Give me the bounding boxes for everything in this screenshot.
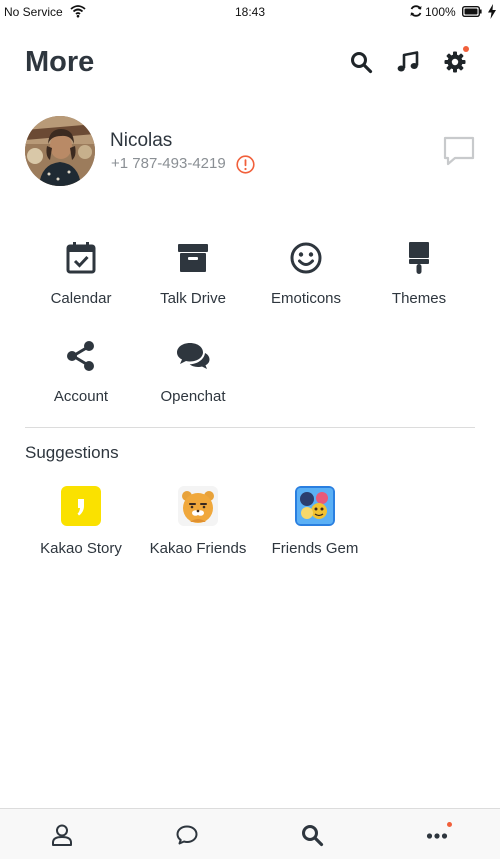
tab-friends[interactable]	[50, 823, 74, 847]
profile-phone: +1 787-493-4219	[111, 155, 226, 172]
status-bar: No Service 18:43 100%	[0, 0, 500, 24]
tab-chats[interactable]	[175, 823, 199, 847]
kakao-story-icon	[61, 486, 101, 526]
paintbrush-icon	[409, 242, 429, 274]
more-dots-icon	[426, 833, 448, 839]
menu-item-talk-drive[interactable]: Talk Drive	[137, 240, 249, 307]
menu-item-label: Calendar	[50, 290, 112, 307]
chat-outline-icon[interactable]	[442, 134, 476, 168]
smiley-icon	[290, 242, 322, 274]
person-icon	[52, 824, 72, 846]
divider	[25, 427, 475, 428]
charging-icon	[488, 4, 496, 19]
more-tab-notification-dot	[447, 822, 452, 827]
suggestion-label: Kakao Friends	[149, 540, 247, 557]
search-icon	[302, 825, 324, 847]
menu-item-label: Themes	[391, 290, 447, 307]
chat-bubble-icon	[176, 825, 198, 845]
suggestion-kakao-story[interactable]: Kakao Story	[16, 486, 146, 557]
suggestion-label: Kakao Story	[40, 540, 122, 557]
menu-item-label: Talk Drive	[160, 290, 226, 307]
ryan-bear-icon	[178, 486, 218, 526]
settings-notification-dot	[463, 46, 469, 52]
menu-item-account[interactable]: Account	[25, 338, 137, 405]
archive-box-icon	[178, 244, 208, 272]
suggestion-friends-gem[interactable]: Friends Gem	[250, 486, 380, 557]
search-button[interactable]	[349, 50, 375, 76]
tab-search[interactable]	[300, 823, 324, 847]
menu-item-openchat[interactable]: Openchat	[137, 338, 249, 405]
menu-item-themes[interactable]: Themes	[363, 240, 475, 307]
chat-bubbles-icon	[177, 343, 210, 369]
suggestion-kakao-friends[interactable]: Kakao Friends	[133, 486, 263, 557]
menu-item-label: Emoticons	[270, 290, 342, 307]
menu-item-emoticons[interactable]: Emoticons	[250, 240, 362, 307]
music-note-icon	[397, 51, 419, 72]
menu-item-label: Account	[53, 388, 109, 405]
page-title: More	[25, 46, 95, 78]
gear-icon	[444, 51, 466, 73]
battery-icon	[462, 6, 482, 17]
menu-item-calendar[interactable]: Calendar	[25, 240, 137, 307]
calendar-check-icon	[66, 242, 96, 274]
warning-icon[interactable]	[236, 155, 255, 174]
profile-photo	[25, 116, 95, 186]
menu-item-label: Openchat	[160, 388, 226, 405]
suggestions-title: Suggestions	[25, 443, 119, 462]
sync-icon	[410, 5, 422, 17]
share-nodes-icon	[67, 341, 94, 371]
suggestion-label: Friends Gem	[271, 540, 359, 557]
search-icon	[351, 52, 373, 74]
settings-button[interactable]	[443, 50, 469, 76]
tab-bar	[0, 808, 500, 859]
profile-name[interactable]: Nicolas	[110, 130, 172, 152]
tab-more[interactable]	[425, 823, 449, 847]
music-button[interactable]	[396, 50, 422, 76]
avatar[interactable]	[25, 116, 95, 186]
friends-gem-icon	[295, 486, 335, 526]
battery-percentage: 100%	[425, 5, 456, 19]
